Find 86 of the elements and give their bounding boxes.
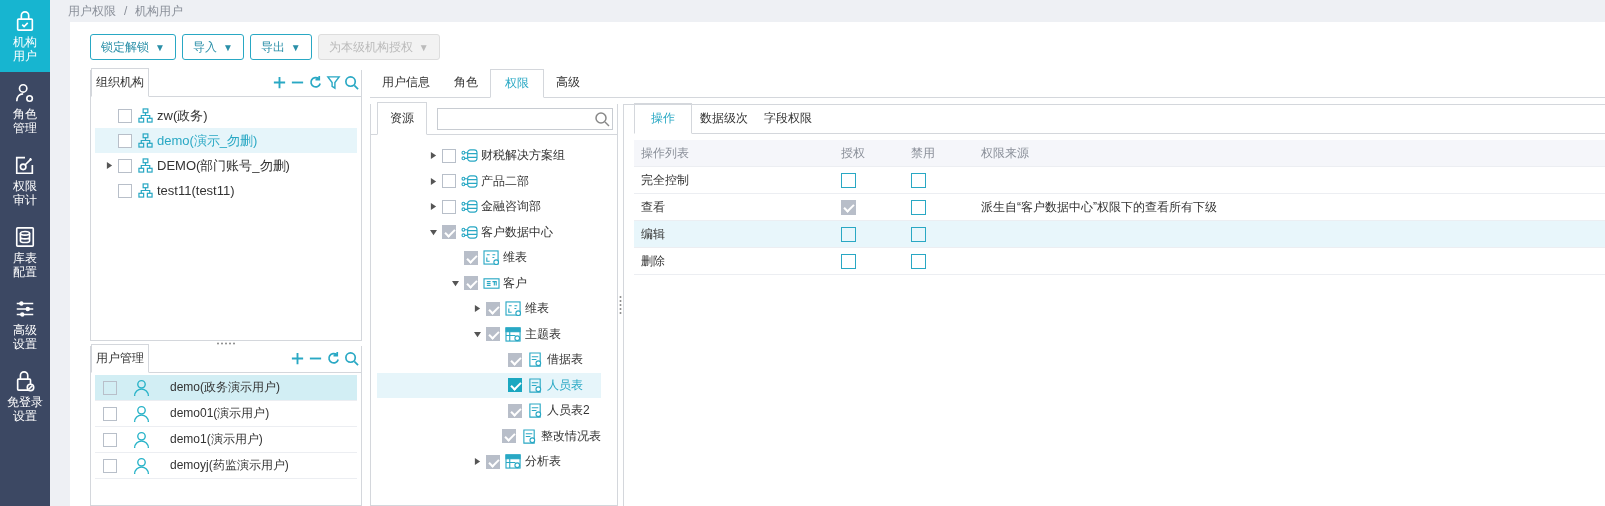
panel-tab[interactable]: 资源	[377, 102, 427, 135]
search-icon[interactable]	[594, 111, 610, 127]
org-chart-icon	[137, 133, 154, 148]
panel-tab[interactable]: 用户管理	[91, 344, 149, 373]
refresh-icon[interactable]	[326, 351, 341, 366]
filter-icon[interactable]	[326, 75, 341, 90]
checkbox[interactable]	[118, 108, 132, 123]
tab[interactable]: 用户信息	[370, 68, 442, 97]
column-header: 操作列表	[640, 144, 690, 162]
table-row[interactable]: 编辑	[634, 221, 1605, 248]
org-tree-item[interactable]: test11(test11)	[95, 178, 357, 203]
checkbox[interactable]	[911, 199, 926, 215]
lock-icon	[14, 369, 36, 392]
table-row[interactable]: 删除	[634, 248, 1605, 275]
checkbox[interactable]	[841, 253, 856, 269]
column-header: 权限来源	[980, 144, 1030, 162]
sidebar-item[interactable]: 高级设置	[0, 288, 50, 360]
breadcrumb-item: /	[124, 4, 128, 18]
tab[interactable]: 高级	[544, 68, 592, 97]
checkbox[interactable]	[118, 158, 132, 173]
table-cell-text: 完全控制	[640, 171, 690, 189]
checkbox[interactable]	[118, 133, 132, 148]
user-icon	[133, 431, 150, 448]
breadcrumb-item: 机构用户	[135, 2, 184, 20]
user-row[interactable]: demoyj(药监演示用户)	[95, 453, 357, 479]
user-gear-icon	[14, 81, 36, 104]
user-row[interactable]: demo01(演示用户)	[95, 401, 357, 427]
user-icon	[133, 405, 150, 422]
org-tree-item[interactable]: DEMO(部门账号_勿删)	[95, 153, 357, 178]
checkbox[interactable]	[841, 172, 856, 188]
resize-handle[interactable]	[619, 295, 622, 315]
breadcrumb-item: 用户权限	[68, 2, 116, 20]
add-icon[interactable]	[290, 351, 305, 366]
checkbox[interactable]	[442, 174, 456, 189]
dropdown-button[interactable]: 导出 ▼	[249, 34, 312, 60]
resource-tree-item[interactable]: 财税解决方案组	[377, 143, 601, 169]
table-cell-text: 查看	[640, 198, 666, 216]
column-header: 授权	[840, 144, 866, 162]
expand-arrow-icon[interactable]	[429, 152, 437, 160]
expand-arrow-icon[interactable]	[429, 177, 437, 185]
column-header: 禁用	[910, 144, 936, 162]
resize-handle[interactable]	[216, 342, 236, 345]
checkbox[interactable]	[911, 253, 926, 269]
checkbox[interactable]	[442, 199, 456, 214]
panel-tab[interactable]: 组织机构	[91, 68, 149, 97]
checkbox[interactable]	[118, 183, 132, 198]
dropdown-button[interactable]: 导入 ▼	[181, 34, 244, 60]
resource-tree-item[interactable]: 产品二部	[377, 168, 601, 194]
tab[interactable]: 数据级次	[692, 104, 756, 133]
org-tree-item[interactable]: zw(政务)	[95, 103, 357, 128]
checkbox[interactable]	[911, 172, 926, 188]
tab[interactable]: 字段权限	[756, 104, 820, 133]
checkbox[interactable]	[103, 432, 117, 447]
checkbox[interactable]	[103, 406, 117, 421]
dropdown-button[interactable]: 锁定解锁 ▼	[90, 34, 176, 60]
user-icon	[133, 457, 150, 474]
table-cell-text: 删除	[640, 252, 666, 270]
sidebar-item[interactable]: 库表配置	[0, 216, 50, 288]
org-chart-icon	[137, 158, 154, 173]
user-row[interactable]: demo1(演示用户)	[95, 427, 357, 453]
resource-tree-item[interactable]: 金融咨询部	[377, 194, 601, 220]
sidebar-item[interactable]: 角色管理	[0, 72, 50, 144]
user-row[interactable]: demo(政务演示用户)	[95, 375, 357, 401]
database-icon	[14, 225, 36, 248]
checkbox[interactable]	[103, 380, 117, 395]
lock-icon	[14, 9, 36, 32]
sidebar-item[interactable]: 权限审计	[0, 144, 50, 216]
search-icon[interactable]	[344, 351, 359, 366]
checkbox[interactable]	[841, 226, 856, 242]
tab[interactable]: 角色	[442, 68, 490, 97]
table-cell: 派生自“客户数据中心”权限下的查看所有下级	[981, 198, 1217, 216]
search-icon[interactable]	[344, 75, 359, 90]
table-cell-text: 编辑	[640, 225, 666, 243]
checkbox[interactable]	[911, 226, 926, 242]
checkbox[interactable]	[103, 458, 117, 473]
sidebar-item[interactable]: 免登录设置	[0, 360, 50, 432]
expand-arrow-icon[interactable]	[105, 162, 113, 169]
expand-arrow-icon[interactable]	[429, 203, 437, 211]
search-field[interactable]	[437, 108, 613, 130]
org-chart-icon	[137, 183, 154, 198]
refresh-icon[interactable]	[308, 75, 323, 90]
checkbox[interactable]	[442, 148, 456, 163]
user-icon	[133, 379, 150, 396]
org-chart-icon	[137, 108, 154, 123]
table-row[interactable]: 完全控制	[634, 167, 1605, 194]
add-icon[interactable]	[272, 75, 287, 90]
